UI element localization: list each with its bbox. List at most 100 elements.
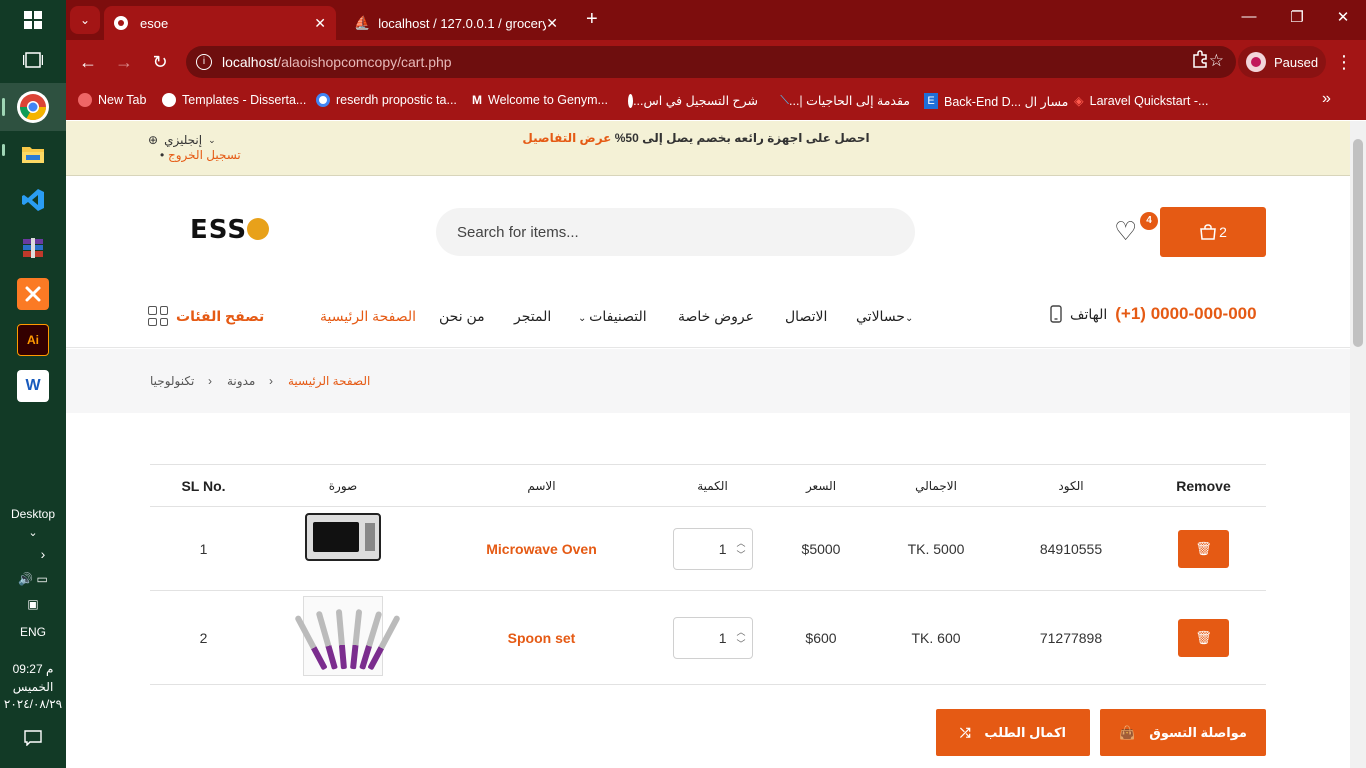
edx-icon: E xyxy=(924,93,938,109)
breadcrumb-home[interactable]: الصفحة الرئيسية xyxy=(288,374,370,388)
promo-link[interactable]: عرض التفاصيل xyxy=(522,131,611,145)
scrollbar-thumb[interactable] xyxy=(1353,139,1363,347)
restore-icon[interactable]: ❐ xyxy=(1274,8,1320,26)
wishlist-heart-icon[interactable]: ♡ xyxy=(1114,216,1137,247)
clock-time[interactable]: 09:27 م xyxy=(0,662,66,676)
promo-text: احصل على اجهزة رائعه بخصم يصل إلى 50% xyxy=(614,131,870,145)
language-selector[interactable]: ⊕ إنجليزي ⌄ xyxy=(148,133,216,147)
nav-categories[interactable]: ⌄ التصنيفات xyxy=(578,308,647,325)
chevron-down-icon[interactable]: ⌄ xyxy=(0,526,66,539)
increment-icon[interactable]: ︿ xyxy=(736,537,745,549)
word-icon[interactable]: W xyxy=(17,370,49,402)
desktop-label[interactable]: Desktop xyxy=(0,507,66,521)
search-input[interactable]: Search for items... xyxy=(436,208,915,256)
product-name-link[interactable]: Spoon set xyxy=(508,630,576,646)
bookmark-item[interactable]: M Welcome to Genym... xyxy=(472,93,608,107)
bookmark-item[interactable]: شرح التسجيل في اس... xyxy=(622,93,758,108)
browse-categories-button[interactable]: تصفح الفئات xyxy=(148,306,264,326)
continue-shopping-button[interactable]: 👜 مواصلة التسوق xyxy=(1100,709,1266,756)
remove-item-button[interactable]: 🗑 xyxy=(1178,529,1229,568)
microwave-oven-image xyxy=(303,507,383,587)
increment-icon[interactable]: ︿ xyxy=(736,626,745,638)
vscode-icon[interactable] xyxy=(17,184,49,216)
browse-categories-label: تصفح الفئات xyxy=(176,307,265,324)
bookmark-item[interactable]: E Back-End D... مسار ال xyxy=(924,93,1068,109)
page-scrollbar[interactable] xyxy=(1350,121,1366,768)
product-name-link[interactable]: Microwave Oven xyxy=(486,541,597,557)
tab-close-icon[interactable]: ✕ xyxy=(314,15,326,32)
breadcrumb-technology: تكنولوجيا xyxy=(150,374,195,388)
forward-icon[interactable]: → xyxy=(112,50,136,74)
checkout-button[interactable]: ⤮ اكمال الطلب xyxy=(936,709,1090,756)
nav-home[interactable]: الصفحة الرئيسية xyxy=(320,308,416,325)
bookmark-item[interactable]: New Tab xyxy=(78,93,146,107)
promo-banner: احصل على اجهزة رائعه بخصم يصل إلى 50% عر… xyxy=(496,131,896,145)
phone-number[interactable]: (+1) 0000-000-000 xyxy=(1115,304,1256,324)
menu-icon[interactable]: ⋮ xyxy=(1332,50,1356,74)
phone-icon xyxy=(1050,305,1062,323)
cart-header-row: SL No. صورة الاسم الكمية السعر الاجمالي … xyxy=(150,464,1266,507)
back-icon[interactable]: ← xyxy=(76,50,100,74)
quantity-stepper[interactable]: 1 ︿ ﹀ xyxy=(672,616,753,659)
quantity-stepper[interactable]: 1 ︿ ﹀ xyxy=(672,527,753,570)
more-bookmarks-icon[interactable]: » xyxy=(1322,90,1331,108)
browser-toolbar: ← → ↻ i localhost/alaoishopcomcopy/cart.… xyxy=(66,40,1366,84)
tab-title: localhost / 127.0.0.1 / grocery / xyxy=(378,15,547,31)
row-price: $5000 xyxy=(771,506,871,591)
cart-table: SL No. صورة الاسم الكمية السعر الاجمالي … xyxy=(150,464,1266,685)
bookmark-item[interactable]: ◈ Laravel Quickstart -... xyxy=(1074,93,1208,109)
notifications-icon[interactable] xyxy=(0,730,66,749)
site-info-icon[interactable]: i xyxy=(196,54,212,70)
nav-about[interactable]: من نحن xyxy=(439,308,485,325)
logout-link[interactable]: تسجيل الخروج xyxy=(160,148,241,162)
nav-my-account[interactable]: حسالاتي⌄ xyxy=(856,308,913,325)
checkout-label: اكمال الطلب xyxy=(984,724,1066,740)
shopping-bag-icon xyxy=(1200,224,1216,240)
phone-label: الهاتف xyxy=(1070,305,1108,322)
spoon-set-image xyxy=(294,596,401,676)
tab-close-icon[interactable]: ✕ xyxy=(546,15,558,32)
address-bar[interactable]: i localhost/alaoishopcomcopy/cart.php ☆ xyxy=(186,46,1236,78)
top-announcement-bar: احصل على اجهزة رائعه بخصم يصل إلى 50% عر… xyxy=(66,121,1350,176)
tab-phpmyadmin[interactable]: ⛵ localhost / 127.0.0.1 / grocery / ✕ xyxy=(344,6,568,40)
profile-status: Paused xyxy=(1274,54,1319,70)
bookmark-item[interactable]: Templates - Disserta... xyxy=(162,93,306,107)
decrement-icon[interactable]: ﹀ xyxy=(736,549,745,561)
file-explorer-icon[interactable] xyxy=(17,138,49,170)
language-label: إنجليزي xyxy=(164,133,203,147)
decrement-icon[interactable]: ﹀ xyxy=(736,638,745,650)
bookmark-item[interactable]: مقدمة إلى الحاجيات |... ⟋ xyxy=(774,93,910,108)
remove-item-button[interactable]: 🗑 xyxy=(1178,618,1229,657)
close-window-icon[interactable]: ✕ xyxy=(1320,8,1366,26)
illustrator-icon[interactable]: Ai xyxy=(17,324,49,356)
chrome-icon[interactable] xyxy=(17,91,49,123)
network-icon[interactable]: ▣ xyxy=(0,597,66,611)
tab-esoe[interactable]: esoe ✕ xyxy=(104,6,336,40)
continue-shopping-label: مواصلة التسوق xyxy=(1149,724,1247,740)
nav-shop[interactable]: المتجر xyxy=(514,308,551,325)
extensions-icon[interactable] xyxy=(1188,50,1212,74)
shopping-bag-icon: 👜 xyxy=(1119,724,1136,740)
windows-start-icon[interactable] xyxy=(17,4,49,36)
phone-contact: الهاتف (+1) 0000-000-000 xyxy=(1050,304,1257,324)
profile-button[interactable]: Paused xyxy=(1238,46,1326,78)
new-tab-icon[interactable]: + xyxy=(586,8,598,31)
nav-special-offers[interactable]: عروض خاصة xyxy=(678,308,754,325)
bookmark-item[interactable]: reserdh propostic ta... xyxy=(316,93,457,107)
site-logo[interactable]: ESS xyxy=(190,215,270,245)
table-row: 2 Spoon set 1 ︿ ﹀ $600 TK. 600 71277898 🗑 xyxy=(150,590,1266,685)
tab-search-icon[interactable]: ⌄ xyxy=(70,6,100,34)
bookmark-label: مقدمة إلى الحاجيات |... xyxy=(789,94,910,108)
minimize-icon[interactable]: — xyxy=(1226,8,1272,25)
volume-battery-icons[interactable]: 🔊 ▭ xyxy=(0,572,66,586)
task-view-icon[interactable] xyxy=(17,44,49,76)
nav-contact[interactable]: الاتصال xyxy=(785,308,827,325)
header-code: الكود xyxy=(1001,464,1141,507)
language-indicator[interactable]: ENG xyxy=(0,625,66,639)
breadcrumb-blog[interactable]: مدونة xyxy=(227,374,255,388)
xampp-icon[interactable] xyxy=(17,278,49,310)
reload-icon[interactable]: ↻ xyxy=(148,50,172,74)
clock-day: الخميس xyxy=(12,680,54,694)
cart-button[interactable]: 2 xyxy=(1160,207,1266,257)
winrar-icon[interactable] xyxy=(17,232,49,264)
